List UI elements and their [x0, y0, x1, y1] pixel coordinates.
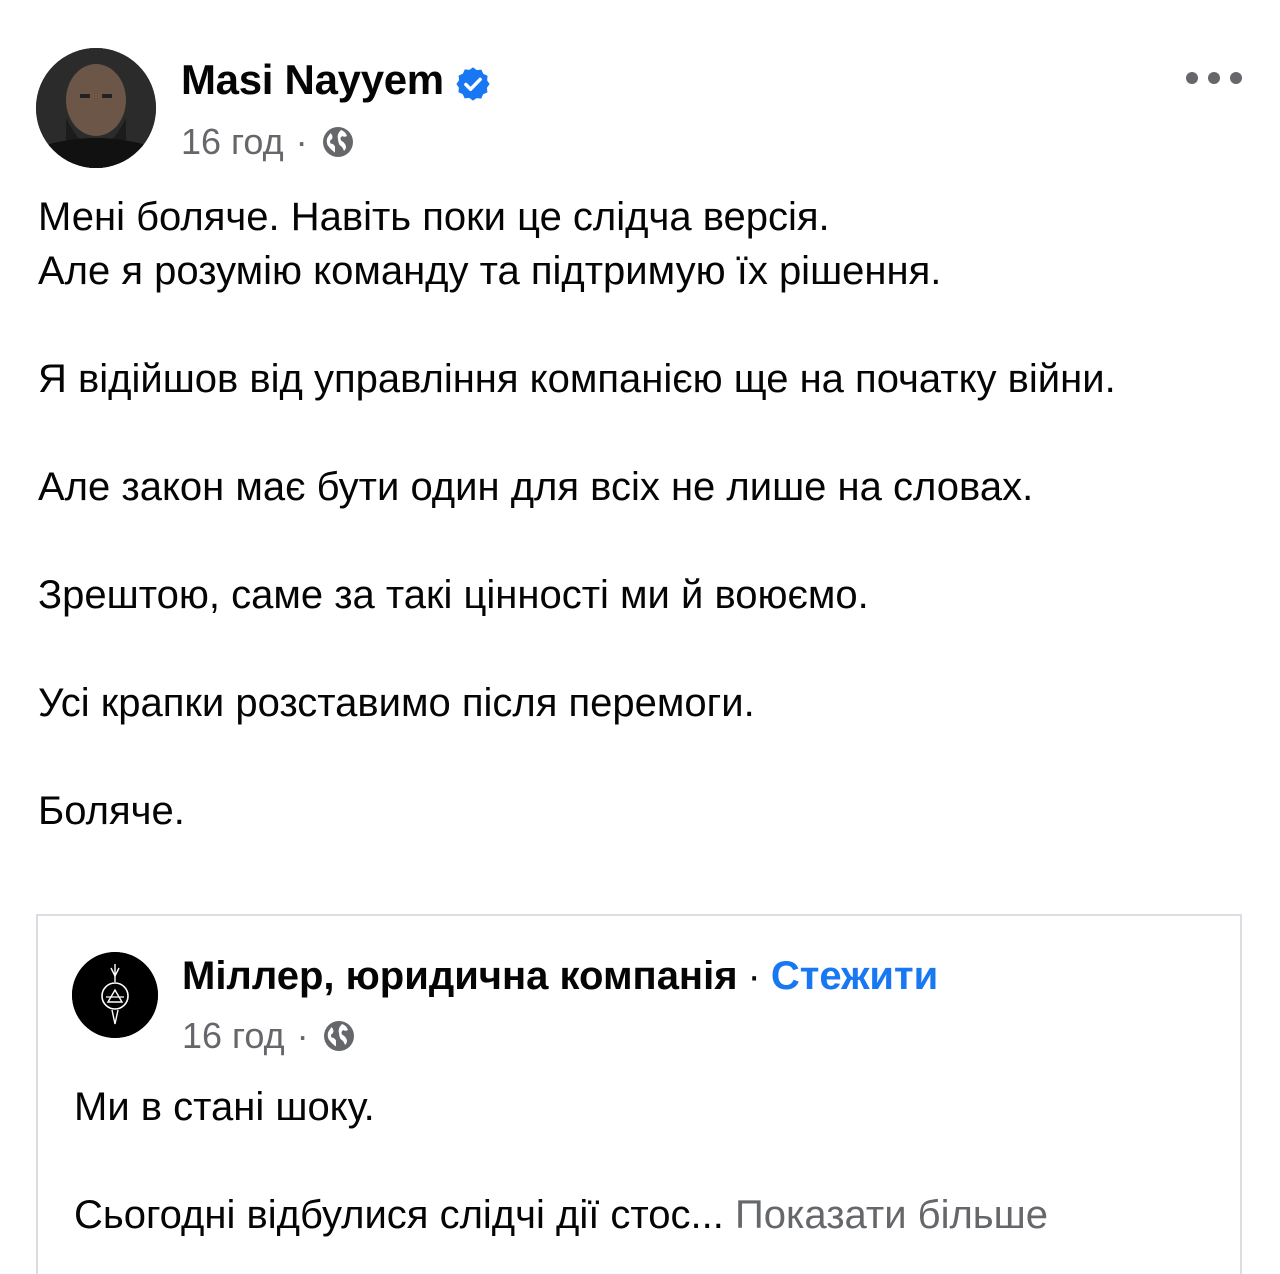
author-avatar[interactable] [36, 48, 156, 168]
author-name-row: Masi Nayyem [181, 52, 492, 108]
post-paragraph: Боляче. [38, 789, 185, 833]
shared-paragraph-text: Сьогодні відбулися слідчі дії стос... [74, 1193, 724, 1237]
see-more-link[interactable]: Показати більше [735, 1193, 1048, 1237]
post-paragraph: Я відійшов від управління компанією ще н… [38, 357, 1116, 401]
more-dot [1208, 72, 1220, 84]
shared-post-meta: 16 год · [182, 1012, 357, 1060]
post-body: Мені боляче. Навіть поки це слідча версі… [38, 190, 1238, 838]
globe-icon [320, 124, 356, 160]
shared-paragraph-truncated: Сьогодні відбулися слідчі дії стос... По… [74, 1188, 1224, 1242]
follow-button[interactable]: Стежити [771, 954, 938, 998]
post-paragraph: Зрештою, саме за такі цінності ми й воює… [38, 573, 869, 617]
post-time[interactable]: 16 год [181, 121, 284, 163]
post-paragraph: Усі крапки розставимо після перемоги. [38, 681, 755, 725]
shared-paragraph: Ми в стані шоку. [74, 1085, 375, 1129]
more-dot [1186, 72, 1198, 84]
post-meta: 16 год · [181, 118, 356, 166]
shared-header: Міллер, юридична компанія · Стежити [182, 948, 938, 1004]
globe-icon [321, 1018, 357, 1054]
more-options-icon[interactable] [1186, 58, 1242, 98]
shared-post-time[interactable]: 16 год [182, 1015, 285, 1057]
header-separator: · [747, 954, 761, 998]
meta-separator: · [296, 1015, 309, 1056]
author-name[interactable]: Masi Nayyem [181, 52, 444, 108]
shared-page-avatar[interactable] [72, 952, 158, 1038]
facebook-post: Masi Nayyem 16 год · Мені боляче. Навіть… [0, 0, 1280, 1274]
verified-badge-icon [454, 61, 492, 101]
more-dot [1230, 72, 1242, 84]
shared-post-body: Ми в стані шоку. Сьогодні відбулися слід… [74, 1080, 1224, 1242]
shared-page-name[interactable]: Міллер, юридична компанія [182, 954, 738, 998]
post-paragraph: Але я розумію команду та підтримую їх рі… [38, 249, 942, 293]
meta-separator: · [295, 121, 308, 162]
shared-post[interactable]: Міллер, юридична компанія · Стежити 16 год… [36, 914, 1242, 1274]
post-paragraph: Але закон має бути один для всіх не лише… [38, 465, 1034, 509]
post-paragraph: Мені боляче. Навіть поки це слідча версі… [38, 195, 830, 239]
